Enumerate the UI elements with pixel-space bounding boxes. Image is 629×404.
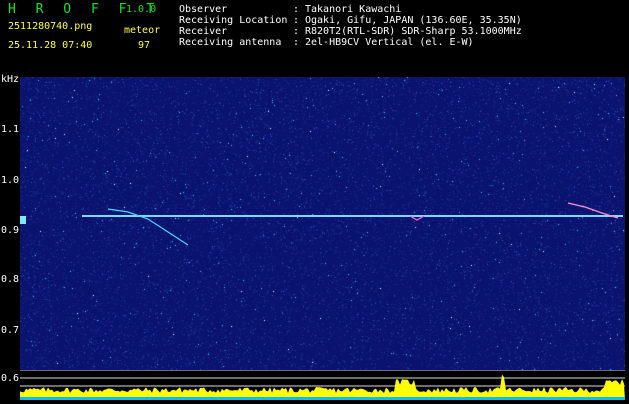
y-tick: 0.9 (1, 225, 20, 236)
header-panel: H R O F F T 1.0.0 2511280740.png meteor … (0, 0, 629, 74)
spectrogram-overlay (20, 202, 623, 246)
observer-value: Takanori Kawachi (305, 4, 402, 15)
signal-level-graph (20, 369, 625, 400)
app-version: 1.0.0 (126, 4, 157, 15)
y-tick: 1.0 (1, 175, 20, 186)
y-tick: 1.1 (1, 124, 20, 135)
spectrogram-panel (20, 77, 625, 370)
location-label: Receiving Location (179, 15, 288, 26)
y-tick: 0.7 (1, 325, 20, 336)
location-value: Ogaki, Gifu, JAPAN (136.60E, 35.35N) (305, 15, 522, 26)
marker-tick (20, 216, 26, 224)
antenna-value: 2el-HB9CV Vertical (el. E-W) (305, 37, 474, 48)
observer-sep: : (293, 4, 300, 15)
receiver-value: R820T2(RTL-SDR) SDR-Sharp 53.1000MHz (305, 26, 522, 37)
observer-label: Observer (179, 4, 228, 15)
y-axis-unit: kHz (1, 74, 20, 85)
antenna-label: Receiving antenna (179, 37, 282, 48)
file-name: 2511280740.png (8, 21, 93, 32)
location-sep: : (293, 15, 300, 26)
meteor-label: meteor (124, 25, 161, 36)
meteor-count: 97 (138, 40, 151, 51)
file-datetime: 25.11.28 07:40 (8, 40, 93, 51)
receiver-sep: : (293, 26, 300, 37)
antenna-sep: : (293, 37, 300, 48)
meteor-trail (107, 208, 189, 246)
y-tick: 0.8 (1, 274, 20, 285)
y-tick: 0.6 (1, 373, 20, 384)
level-svg (20, 369, 625, 400)
receiver-label: Receiver (179, 26, 228, 37)
